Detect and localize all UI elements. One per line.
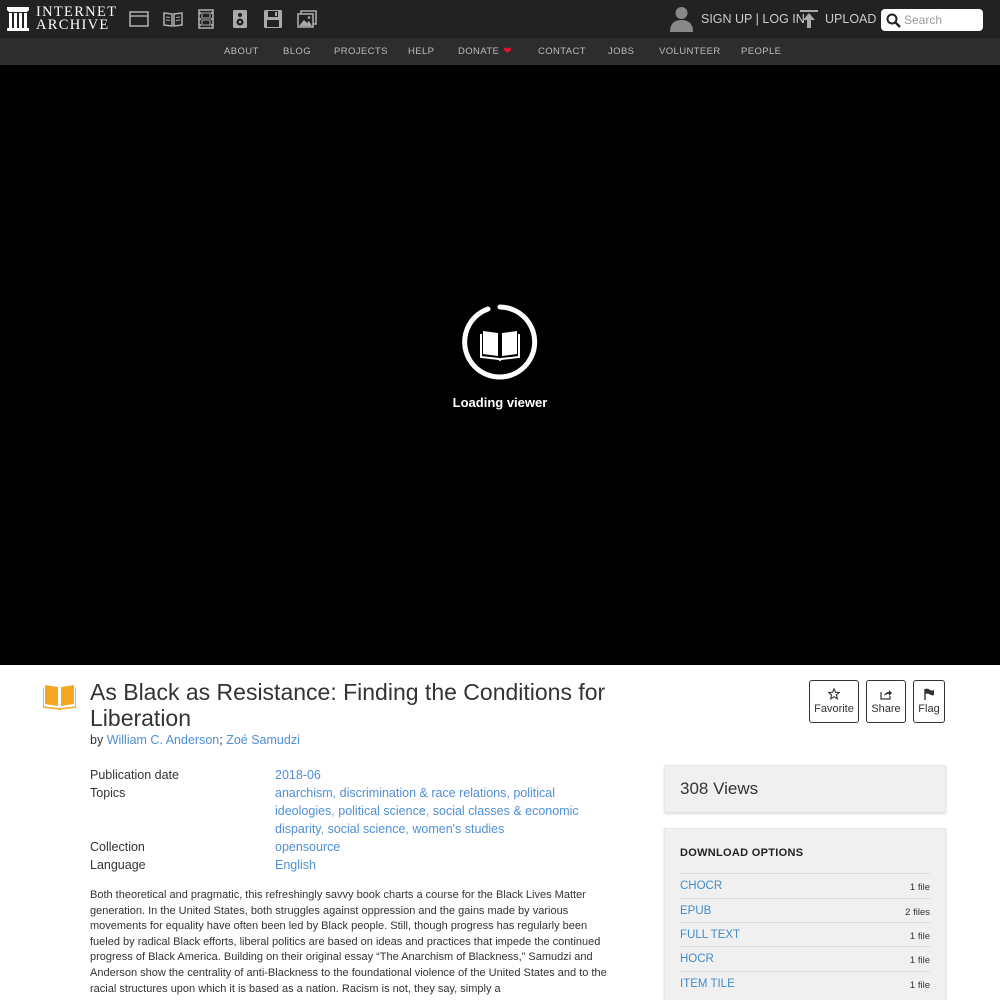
logo-line-2: ARCHIVE [36, 17, 110, 33]
download-row[interactable]: CHOCR 1 file [680, 873, 930, 897]
upload-link[interactable]: UPLOAD [800, 9, 876, 29]
nav-volunteer[interactable]: VOLUNTEER [659, 38, 721, 65]
metadata-value: 2018-06 [275, 766, 610, 784]
web-icon[interactable] [129, 9, 149, 29]
download-row[interactable]: FULL TEXT 1 file [680, 922, 930, 946]
topic-link[interactable]: political science [338, 804, 426, 818]
author-link[interactable]: Zoé Samudzi [226, 733, 300, 747]
download-file-count: 1 file [909, 931, 930, 942]
topic-link[interactable]: discrimination & race relations [340, 786, 507, 800]
author-separator: ; [219, 733, 223, 747]
topic-link[interactable]: anarchism [275, 786, 333, 800]
topic-link[interactable]: social science [328, 822, 406, 836]
metadata-row-language: Language English [90, 856, 610, 874]
auth-links: SIGN UP | LOG IN [701, 12, 805, 26]
upload-label: UPLOAD [825, 12, 877, 26]
author-link[interactable]: William C. Anderson [107, 733, 220, 747]
item-description: Both theoretical and pragmatic, this ref… [90, 889, 607, 995]
flag-label: Flag [918, 703, 940, 715]
download-row[interactable]: HOCR 1 file [680, 946, 930, 970]
loading-spinner-icon [462, 304, 538, 380]
flag-icon [924, 688, 934, 700]
media-type-nav [129, 9, 330, 29]
download-format-link[interactable]: CHOCR [680, 880, 722, 892]
item-title: As Black as Resistance: Finding the Cond… [90, 679, 606, 731]
nav-help[interactable]: HELP [408, 38, 434, 65]
share-icon [880, 690, 892, 700]
metadata-key: Language [90, 858, 146, 872]
nav-contact[interactable]: CONTACT [538, 38, 586, 65]
favorite-label: Favorite [814, 703, 854, 715]
download-file-count: 2 files [905, 907, 930, 918]
metadata-key: Topics [90, 786, 126, 800]
heart-icon: ❤ [503, 46, 513, 57]
nav-donate[interactable]: DONATE ❤ [458, 38, 512, 65]
metadata-value: English [275, 856, 610, 874]
secondary-nav: ABOUT BLOG PROJECTS HELP DONATE ❤ CONTACT… [0, 38, 1000, 65]
download-row[interactable]: ITEM TILE 1 file [680, 971, 930, 995]
download-file-count: 1 file [909, 955, 930, 966]
auth-separator: | [755, 12, 759, 26]
topic-link[interactable]: women's studies [412, 822, 504, 836]
collection-link[interactable]: opensource [275, 840, 340, 854]
texts-icon[interactable] [162, 9, 183, 29]
user-area: SIGN UP | LOG IN [670, 6, 805, 32]
share-button[interactable]: Share [866, 680, 906, 723]
download-format-link[interactable]: EPUB [680, 905, 711, 917]
internet-archive-logo[interactable]: INTERNET ARCHIVE [7, 5, 117, 33]
nav-blog[interactable]: BLOG [283, 38, 311, 65]
publication-date-link[interactable]: 2018-06 [275, 768, 321, 782]
metadata-row-publication-date: Publication date 2018-06 [90, 766, 610, 784]
nav-donate-label: DONATE [458, 46, 500, 57]
book-viewer[interactable]: Loading viewer [0, 65, 1000, 665]
software-icon[interactable] [263, 9, 283, 29]
top-bar: INTERNET ARCHIVE SIGN UP | LOG IN UPLOAD… [0, 0, 1000, 38]
download-options-title: DOWNLOAD OPTIONS [680, 847, 804, 859]
user-avatar-icon[interactable] [670, 6, 693, 32]
texts-book-icon [43, 685, 76, 710]
download-options-panel: DOWNLOAD OPTIONS CHOCR 1 file EPUB 2 fil… [664, 828, 946, 1000]
by-label: by [90, 733, 104, 747]
download-format-link[interactable]: ITEM TILE [680, 978, 735, 990]
archive-building-icon [7, 7, 29, 31]
video-icon[interactable] [196, 9, 216, 29]
share-label: Share [871, 703, 901, 715]
book-icon [480, 331, 520, 362]
search-input[interactable] [904, 13, 982, 27]
nav-people[interactable]: PEOPLE [741, 38, 781, 65]
images-icon[interactable] [296, 9, 317, 29]
download-file-count: 1 file [909, 882, 930, 893]
log-in-link[interactable]: LOG IN [762, 12, 804, 26]
audio-icon[interactable] [230, 9, 250, 29]
nav-about[interactable]: ABOUT [224, 38, 259, 65]
metadata-key: Publication date [90, 768, 179, 782]
nav-jobs[interactable]: JOBS [608, 38, 634, 65]
download-file-count: 1 file [909, 980, 930, 991]
metadata-row-collection: Collection opensource [90, 838, 610, 856]
item-metadata: Publication date 2018-06 Topics anarchis… [90, 766, 610, 874]
sign-up-link[interactable]: SIGN UP [701, 12, 752, 26]
byline: by William C. Anderson; Zoé Samudzi [90, 733, 300, 747]
metadata-key: Collection [90, 840, 145, 854]
metadata-row-topics: Topics anarchism, discrimination & race … [90, 784, 610, 838]
metadata-value: anarchism, discrimination & race relatio… [275, 786, 579, 836]
views-count: 308 Views [680, 779, 759, 798]
favorite-button[interactable]: Favorite [809, 680, 859, 723]
language-link[interactable]: English [275, 858, 316, 872]
metadata-value: opensource [275, 838, 610, 856]
flag-button[interactable]: Flag [913, 680, 945, 723]
upload-icon [800, 10, 818, 28]
loading-text: Loading viewer [452, 395, 548, 410]
star-icon [828, 688, 840, 700]
download-format-link[interactable]: FULL TEXT [680, 929, 740, 941]
logo-text: INTERNET ARCHIVE [36, 5, 117, 33]
search-box[interactable] [881, 9, 983, 31]
nav-projects[interactable]: PROJECTS [334, 38, 388, 65]
download-row[interactable]: EPUB 2 files [680, 898, 930, 922]
download-format-link[interactable]: HOCR [680, 953, 714, 965]
views-count-box: 308 Views [664, 765, 946, 813]
search-icon [886, 13, 901, 28]
